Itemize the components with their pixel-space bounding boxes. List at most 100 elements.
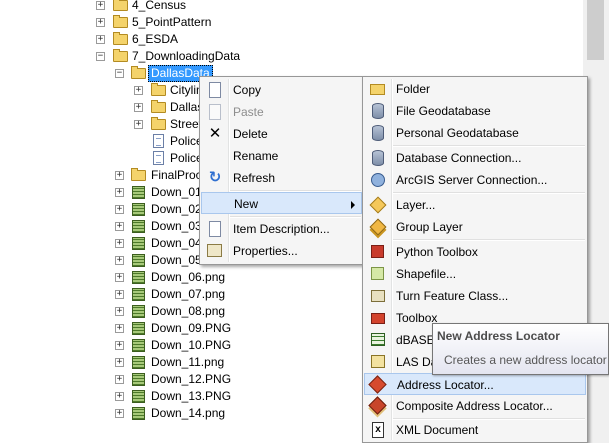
submenu-item-database-connection[interactable]: Database Connection...: [365, 147, 585, 169]
tree-item-label: FinalProc: [151, 168, 202, 182]
raster-icon: [132, 271, 145, 284]
tree-item-label: Down_10.PNG: [151, 338, 232, 352]
tooltip-description: Creates a new address locator: [444, 353, 607, 367]
document-icon: [153, 151, 164, 165]
tree-item-label: Street: [170, 117, 203, 131]
menu-item-label: Properties...: [233, 244, 298, 258]
raster-icon: [132, 288, 145, 301]
tree-item-label: Down_08.png: [151, 304, 226, 318]
menu-item-properties[interactable]: Properties...: [202, 240, 361, 262]
tooltip: New Address Locator Creates a new addres…: [432, 323, 609, 375]
menu-item-label: Item Description...: [233, 222, 330, 236]
menu-item-label: Python Toolbox: [396, 245, 478, 259]
tree-item-label: Down_06.png: [151, 270, 226, 284]
xml-document-icon: x: [372, 422, 384, 438]
tooltip-title: New Address Locator: [437, 329, 560, 343]
menu-item-refresh[interactable]: ↻ Refresh: [202, 167, 361, 189]
menu-item-label: Turn Feature Class...: [396, 289, 509, 303]
tree-item-label: 6_ESDA: [132, 32, 179, 46]
tree-item-label: Down_07.png: [151, 287, 226, 301]
menu-item-label: Paste: [233, 105, 264, 119]
expand-icon[interactable]: +: [115, 392, 124, 401]
raster-icon: [132, 186, 145, 199]
expand-icon[interactable]: +: [115, 273, 124, 282]
tree-item-5-pointpattern[interactable]: + 5_PointPattern: [0, 14, 583, 31]
expand-icon[interactable]: +: [115, 341, 124, 350]
folder-icon: [370, 84, 385, 95]
expand-icon[interactable]: +: [115, 239, 124, 248]
menu-item-delete[interactable]: ✕ Delete: [202, 123, 361, 145]
las-dataset-icon: [371, 355, 385, 368]
delete-icon: ✕: [208, 125, 222, 142]
expand-icon[interactable]: +: [96, 1, 105, 10]
tree-item-label: Down_09.PNG: [151, 321, 232, 335]
expand-icon[interactable]: +: [134, 86, 143, 95]
expand-icon[interactable]: +: [96, 18, 105, 27]
expand-icon[interactable]: +: [115, 188, 124, 197]
collapse-icon[interactable]: −: [115, 69, 124, 78]
refresh-icon: ↻: [208, 169, 222, 186]
raster-icon: [132, 220, 145, 233]
copy-icon: [209, 82, 221, 98]
tree-item-4-census[interactable]: + 4_Census: [0, 0, 583, 14]
menu-item-rename[interactable]: Rename: [202, 145, 361, 167]
paste-icon: [209, 104, 221, 120]
expand-icon[interactable]: +: [115, 358, 124, 367]
submenu-item-composite-address-locator[interactable]: Composite Address Locator...: [365, 395, 585, 417]
file-geodatabase-icon: [372, 103, 384, 119]
tree-item-7-downloadingdata[interactable]: − 7_DownloadingData: [0, 48, 583, 65]
scrollbar-thumb[interactable]: [587, 0, 604, 60]
expand-icon[interactable]: +: [115, 205, 124, 214]
expand-icon[interactable]: +: [115, 222, 124, 231]
expand-icon[interactable]: +: [115, 307, 124, 316]
submenu-item-shapefile[interactable]: Shapefile...: [365, 263, 585, 285]
folder-icon: [113, 32, 128, 45]
raster-icon: [132, 407, 145, 420]
submenu-item-file-geodatabase[interactable]: File Geodatabase: [365, 100, 585, 122]
tree-item-label: Down_01: [151, 185, 202, 199]
expand-icon[interactable]: +: [115, 375, 124, 384]
expand-icon[interactable]: +: [115, 324, 124, 333]
submenu-item-personal-geodatabase[interactable]: Personal Geodatabase: [365, 122, 585, 144]
arcgis-server-icon: [371, 173, 385, 187]
collapse-icon[interactable]: −: [96, 52, 105, 61]
raster-icon: [132, 390, 145, 403]
submenu-item-folder[interactable]: Folder: [365, 78, 585, 100]
raster-icon: [132, 322, 145, 335]
tree-item-6-esda[interactable]: + 6_ESDA: [0, 31, 583, 48]
turn-feature-class-icon: [371, 290, 385, 302]
expand-icon[interactable]: +: [115, 409, 124, 418]
tree-item-label: Down_03: [151, 219, 202, 233]
submenu-item-layer[interactable]: Layer...: [365, 194, 585, 216]
submenu-item-python-toolbox[interactable]: Python Toolbox: [365, 241, 585, 263]
item-description-icon: [209, 221, 221, 237]
folder-icon: [131, 66, 146, 79]
expand-icon[interactable]: +: [134, 120, 143, 129]
expand-icon[interactable]: +: [115, 171, 124, 180]
expand-icon[interactable]: +: [115, 290, 124, 299]
menu-item-item-description[interactable]: Item Description...: [202, 218, 361, 240]
menu-item-label: Layer...: [396, 198, 436, 212]
composite-address-locator-icon: [368, 396, 387, 415]
menu-item-label: Group Layer: [396, 220, 463, 234]
expand-icon[interactable]: +: [96, 35, 105, 44]
menu-item-label: Personal Geodatabase: [396, 126, 519, 140]
properties-icon: [207, 244, 222, 257]
folder-icon: [113, 15, 128, 28]
menu-item-label: Folder: [396, 82, 431, 96]
address-locator-icon: [368, 375, 387, 394]
submenu-item-turn-feature-class[interactable]: Turn Feature Class...: [365, 285, 585, 307]
menu-item-copy[interactable]: Copy: [202, 79, 361, 101]
submenu-item-arcgis-server-connection[interactable]: ArcGIS Server Connection...: [365, 169, 585, 191]
menu-item-new[interactable]: New: [201, 192, 362, 214]
submenu-item-xml-document[interactable]: x XML Document: [365, 419, 585, 441]
expand-icon[interactable]: +: [134, 103, 143, 112]
expand-icon[interactable]: +: [115, 256, 124, 265]
submenu-item-group-layer[interactable]: Group Layer: [365, 216, 585, 238]
submenu-item-address-locator[interactable]: Address Locator...: [364, 373, 586, 395]
tree-item-label: Police: [170, 151, 203, 165]
tree-item-label: Down_04: [151, 236, 202, 250]
folder-icon: [151, 100, 166, 113]
folder-icon: [131, 168, 146, 181]
folder-icon: [113, 49, 128, 62]
